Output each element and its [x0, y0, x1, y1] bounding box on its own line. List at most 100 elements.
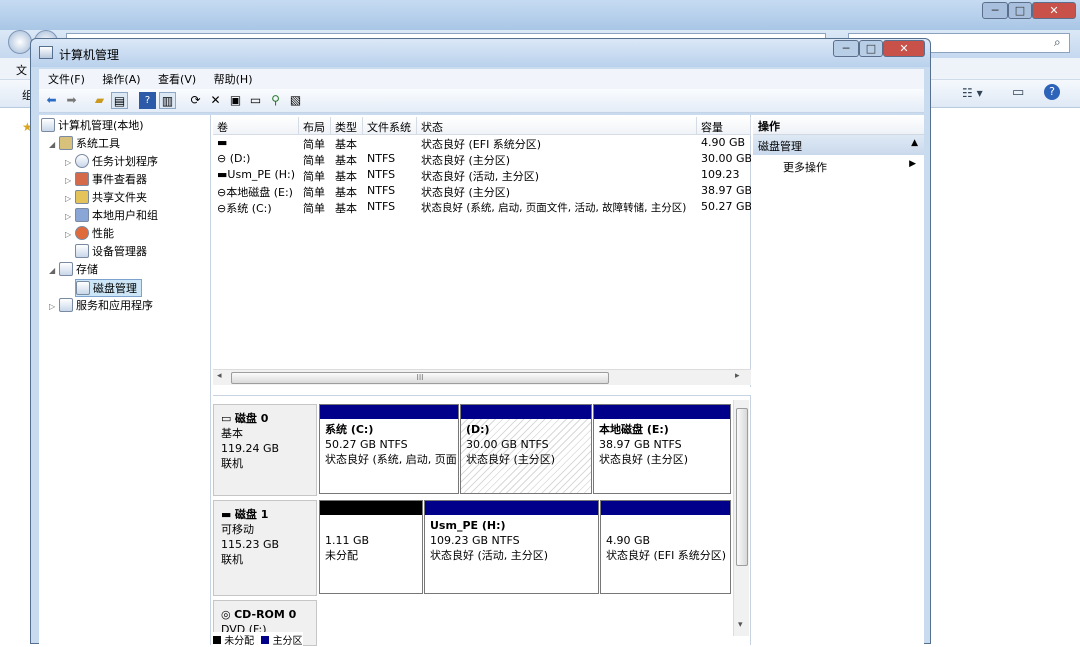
properties-pane-icon[interactable]: ▥: [159, 92, 176, 109]
legend-unallocated: 未分配: [224, 636, 255, 647]
forward-arrow-icon[interactable]: ➡: [63, 92, 80, 109]
collapsed-arrow-icon[interactable]: ▷: [65, 226, 75, 244]
tree-item-services-apps[interactable]: ▷ 服务和应用程序: [49, 297, 153, 315]
horizontal-scrollbar[interactable]: ◂ III ▸: [213, 369, 751, 385]
navigation-tree: 计算机管理(本地) ◢ 系统工具 ▷ 任务计划程序 ▷ 事件查看器 ▷ 共享文件夹 ▷ 本…: [39, 115, 211, 645]
disk-kind: 可移动: [221, 523, 254, 536]
actions-pane: 操作 磁盘管理 ▲ 更多操作 ▶: [753, 115, 924, 645]
partition-title: 本地磁盘 (E:): [599, 423, 669, 436]
tree-item-device-manager[interactable]: 设备管理器: [75, 243, 147, 261]
menu-view[interactable]: 查看(V): [153, 69, 201, 89]
computer-management-window: 计算机管理 ─ □ ✕ 文件(F) 操作(A) 查看(V) 帮助(H) ⬅ ➡ …: [30, 38, 931, 647]
tree-item-disk-management[interactable]: 磁盘管理: [75, 279, 142, 297]
collapsed-arrow-icon[interactable]: ▷: [65, 154, 75, 172]
partition-e[interactable]: 本地磁盘 (E:) 38.97 GB NTFS 状态良好 (主分区): [593, 404, 731, 494]
volume-drive-icon: ▬: [217, 136, 228, 149]
up-folder-icon[interactable]: ▰: [91, 92, 108, 109]
properties-icon[interactable]: ▣: [227, 92, 244, 109]
actions-section-disk-management[interactable]: 磁盘管理 ▲: [753, 135, 924, 155]
bg-close-button[interactable]: ✕: [1032, 2, 1076, 19]
bg-help-icon[interactable]: ?: [1044, 84, 1060, 100]
menu-action[interactable]: 操作(A): [97, 69, 145, 89]
column-header-filesystem[interactable]: 文件系统: [363, 117, 417, 135]
clock-icon: [75, 154, 89, 168]
volume-name: 本地磁盘 (E:): [226, 186, 293, 199]
disk-0-info[interactable]: ▭ 磁盘 0 基本 119.24 GB 联机: [213, 404, 317, 496]
show-tree-icon[interactable]: ▤: [111, 92, 128, 109]
vertical-scrollbar[interactable]: ▾: [733, 400, 749, 636]
scroll-left-icon[interactable]: ◂: [217, 371, 222, 381]
device-manager-icon: [75, 244, 89, 258]
back-arrow-icon[interactable]: ⬅: [43, 92, 60, 109]
primary-partition-bar: [594, 405, 730, 419]
partition-c[interactable]: 系统 (C:) 50.27 GB NTFS 状态良好 (系统, 启动, 页面: [319, 404, 459, 494]
tree-item-system-tools[interactable]: ◢ 系统工具: [49, 135, 120, 153]
action-more-actions[interactable]: 更多操作 ▶: [783, 159, 924, 175]
window-title-bar: 计算机管理 ─ □ ✕: [31, 39, 930, 67]
scroll-down-icon[interactable]: ▾: [738, 620, 743, 630]
tree-item-computer-management[interactable]: 计算机管理(本地): [41, 117, 144, 135]
tree-item-performance[interactable]: ▷ 性能: [65, 225, 114, 243]
expanded-arrow-icon[interactable]: ◢: [49, 262, 59, 280]
volume-type: 基本: [335, 170, 357, 183]
volume-type: 基本: [335, 202, 357, 215]
users-icon: [75, 208, 89, 222]
bg-preview-pane-icon[interactable]: ▭: [1012, 85, 1024, 100]
volume-status: 状态良好 (主分区): [421, 154, 511, 167]
column-header-status[interactable]: 状态: [417, 117, 697, 135]
refresh-icon[interactable]: ⟳: [187, 92, 204, 109]
primary-partition-bar: [461, 405, 591, 419]
bg-maximize-button[interactable]: □: [1008, 2, 1032, 19]
bg-menu-file[interactable]: 文: [16, 62, 27, 78]
column-header-volume[interactable]: 卷: [213, 117, 299, 135]
collapsed-arrow-icon[interactable]: ▷: [65, 190, 75, 208]
usb-drive-icon: ▬: [217, 168, 228, 181]
collapse-up-icon[interactable]: ▲: [911, 138, 918, 148]
column-header-type[interactable]: 类型: [331, 117, 363, 135]
minimize-button[interactable]: ─: [833, 40, 859, 57]
collapsed-arrow-icon[interactable]: ▷: [65, 208, 75, 226]
bg-search-icon[interactable]: ⌕: [1054, 35, 1061, 50]
disk-1-info[interactable]: ▬ 磁盘 1 可移动 115.23 GB 联机: [213, 500, 317, 596]
help-icon[interactable]: ?: [139, 92, 156, 109]
delete-icon[interactable]: ✕: [207, 92, 224, 109]
partition-unallocated[interactable]: 1.11 GB 未分配: [319, 500, 423, 594]
partition-efi[interactable]: 4.90 GB 状态良好 (EFI 系统分区): [600, 500, 731, 594]
settings-icon[interactable]: ▧: [287, 92, 304, 109]
tree-item-task-scheduler[interactable]: ▷ 任务计划程序: [65, 153, 158, 171]
tree-item-shared-folders[interactable]: ▷ 共享文件夹: [65, 189, 147, 207]
partition-title: Usm_PE (H:): [430, 519, 506, 532]
tree-item-storage[interactable]: ◢ 存储: [49, 261, 98, 279]
menu-help[interactable]: 帮助(H): [209, 69, 258, 89]
scroll-thumb[interactable]: III: [231, 372, 609, 384]
bg-back-icon[interactable]: [8, 30, 32, 54]
bg-views-icon[interactable]: ☷ ▾: [962, 86, 983, 100]
volume-row[interactable]: ▬ 简单 基本 状态良好 (EFI 系统分区) 4.90 GB: [213, 136, 751, 152]
tree-item-local-users[interactable]: ▷ 本地用户和组: [65, 207, 158, 225]
partition-size: 30.00 GB NTFS: [466, 438, 549, 451]
menu-file[interactable]: 文件(F): [43, 69, 90, 89]
column-header-layout[interactable]: 布局: [299, 117, 331, 135]
volume-row[interactable]: ⊖系统 (C:) 简单 基本 NTFS 状态良好 (系统, 启动, 页面文件, 活动, …: [213, 200, 751, 216]
search-icon[interactable]: ⚲: [267, 92, 284, 109]
disk-name: 磁盘 1: [234, 508, 269, 521]
partition-h[interactable]: Usm_PE (H:) 109.23 GB NTFS 状态良好 (活动, 主分区): [424, 500, 599, 594]
collapsed-arrow-icon[interactable]: ▷: [49, 298, 59, 316]
maximize-button[interactable]: □: [859, 40, 883, 57]
drive-icon: ⊖: [217, 186, 227, 199]
volume-row[interactable]: ▬Usm_PE (H:) 简单 基本 NTFS 状态良好 (活动, 主分区) 109.23: [213, 168, 751, 184]
tree-item-event-viewer[interactable]: ▷ 事件查看器: [65, 171, 147, 189]
partition-size: 109.23 GB NTFS: [430, 534, 520, 547]
collapsed-arrow-icon[interactable]: ▷: [65, 172, 75, 190]
volume-row[interactable]: ⊖ (D:) 简单 基本 NTFS 状态良好 (主分区) 30.00 GB: [213, 152, 751, 168]
vertical-scroll-thumb[interactable]: [736, 408, 748, 566]
open-icon[interactable]: ▭: [247, 92, 264, 109]
legend-unallocated-swatch: [213, 636, 221, 644]
expanded-arrow-icon[interactable]: ◢: [49, 136, 59, 154]
bg-minimize-button[interactable]: ─: [982, 2, 1008, 19]
partition-d[interactable]: (D:) 30.00 GB NTFS 状态良好 (主分区): [460, 404, 592, 494]
close-button[interactable]: ✕: [883, 40, 925, 57]
volume-row[interactable]: ⊖本地磁盘 (E:) 简单 基本 NTFS 状态良好 (主分区) 38.97 GB: [213, 184, 751, 200]
column-header-capacity[interactable]: 容量: [697, 117, 751, 135]
scroll-right-icon[interactable]: ▸: [735, 371, 740, 381]
